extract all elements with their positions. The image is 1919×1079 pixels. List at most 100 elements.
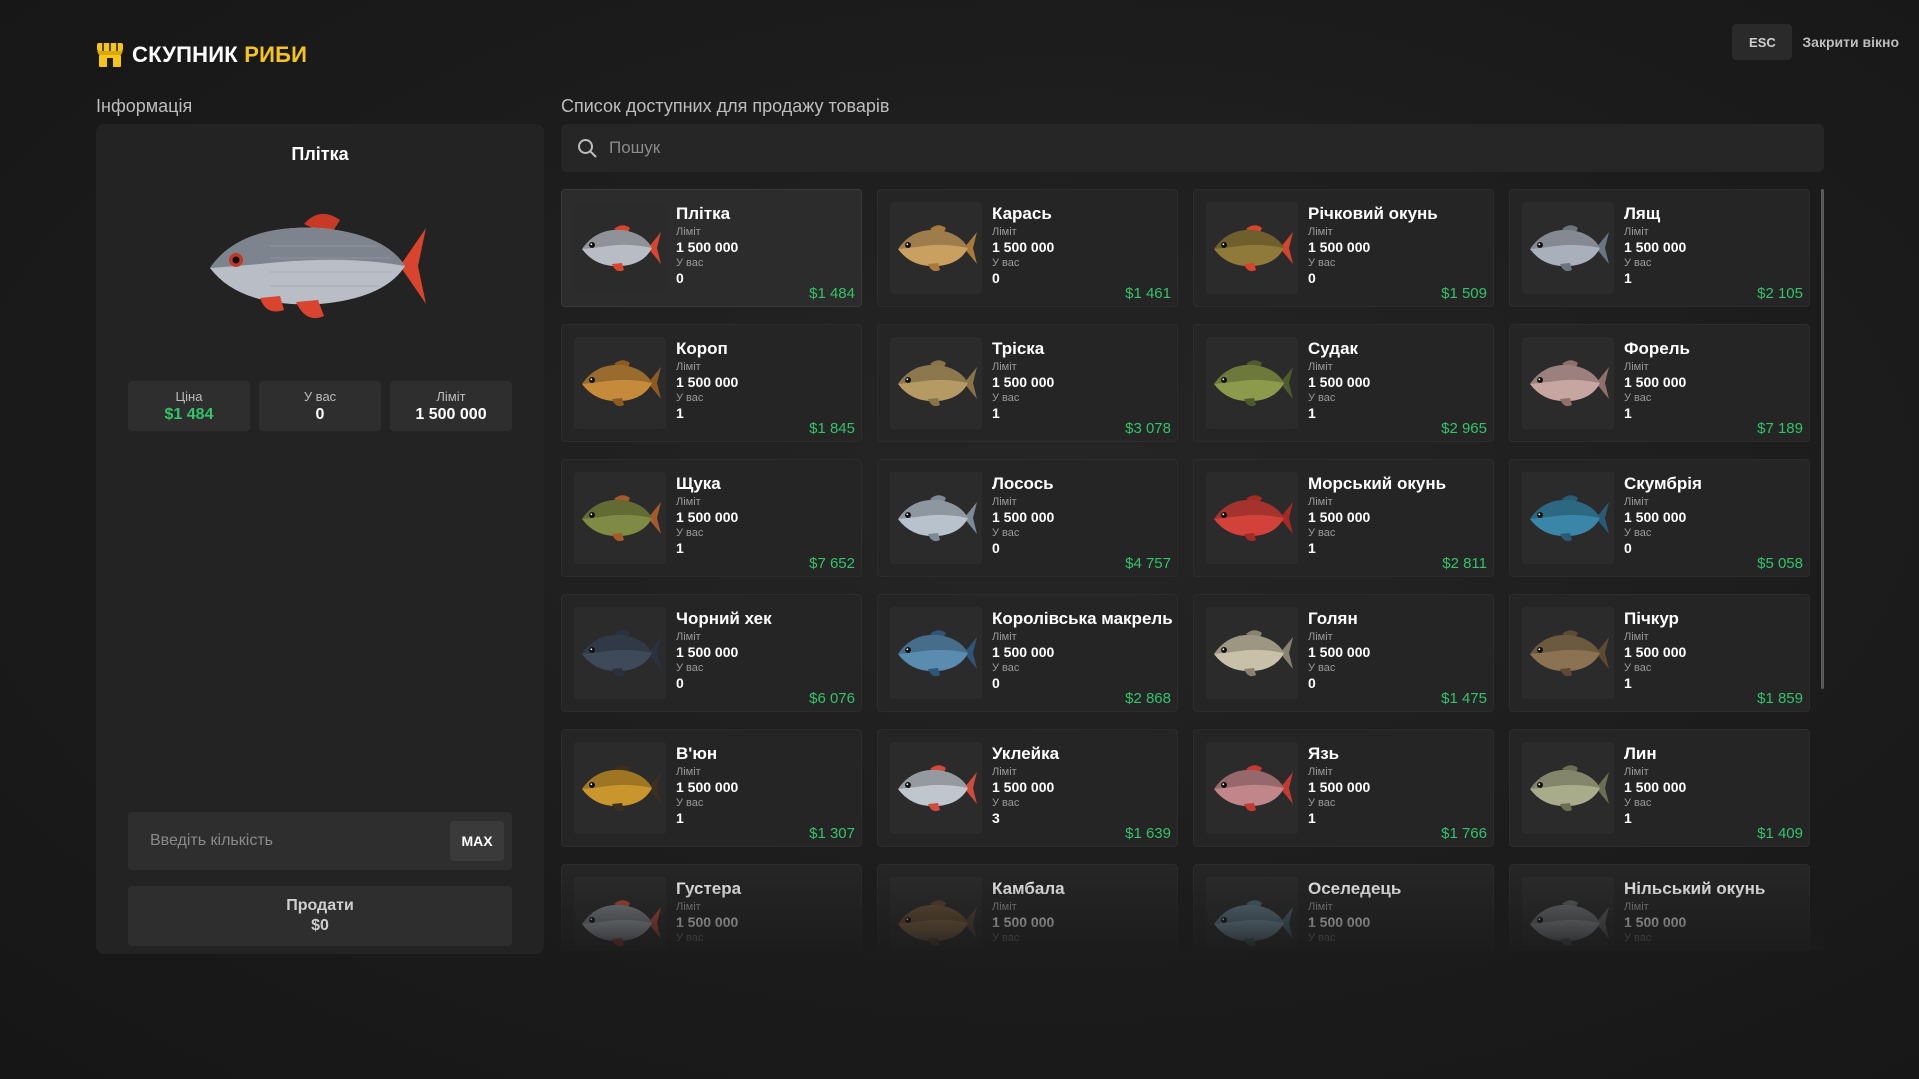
owned-value: 0	[1308, 270, 1316, 286]
fish-icon	[898, 225, 977, 272]
owned-value: 1	[676, 405, 684, 421]
owned-label: У вас	[676, 932, 704, 944]
fish-card[interactable]: Королівська макрель Ліміт 1 500 000 У вас 0 $…	[877, 594, 1178, 712]
fish-card[interactable]: Морський окунь Ліміт 1 500 000 У вас 1 $2 811	[1193, 459, 1494, 577]
owned-label: У вас	[1308, 932, 1336, 944]
fish-card[interactable]: Оселедець Ліміт 1 500 000 У вас	[1193, 864, 1494, 951]
fish-name: Плітка	[676, 204, 731, 223]
fish-name: Пічкур	[1624, 609, 1679, 628]
fish-card[interactable]: Судак Ліміт 1 500 000 У вас 1 $2 965	[1193, 324, 1494, 442]
fish-card[interactable]: Короп Ліміт 1 500 000 У вас 1 $1 845	[561, 324, 862, 442]
limit-label: Ліміт	[1308, 766, 1333, 778]
fish-card[interactable]: Пічкур Ліміт 1 500 000 У вас 1 $1 859	[1509, 594, 1810, 712]
list-scrollbar[interactable]	[1821, 189, 1824, 689]
owned-label: У вас	[676, 257, 704, 269]
fish-thumbnail	[1522, 742, 1614, 834]
fish-thumbnail	[1206, 742, 1298, 834]
fish-price: $1 639	[1125, 825, 1171, 842]
fish-card[interactable]: Нільський окунь Ліміт 1 500 000 У вас	[1509, 864, 1810, 951]
owned-value: 1	[1308, 810, 1316, 826]
fish-icon	[898, 900, 977, 947]
info-section-title: Інформація	[96, 96, 193, 116]
limit-value: 1 500 000	[1624, 374, 1687, 390]
fish-price: $3 078	[1125, 420, 1171, 437]
fish-name: Уклейка	[992, 744, 1060, 763]
fish-name: Оселедець	[1308, 879, 1402, 898]
esc-button[interactable]: ESC	[1732, 24, 1793, 60]
owned-label: У вас	[992, 932, 1020, 944]
limit-value: 1 500 000	[676, 644, 739, 660]
fish-name: Лящ	[1624, 204, 1661, 223]
fish-thumbnail	[574, 202, 666, 294]
owned-value: 1	[1308, 405, 1316, 421]
fish-card[interactable]: Плітка Ліміт 1 500 000 У вас 0 $1 484	[561, 189, 862, 307]
fish-thumbnail	[1522, 607, 1614, 699]
info-panel: Плітка Ціна $1 484 У вас 0 Ліміт 1 500 0…	[96, 124, 544, 954]
fish-card[interactable]: Уклейка Ліміт 1 500 000 У вас 3 $1 639	[877, 729, 1178, 847]
fish-card[interactable]: Голян Ліміт 1 500 000 У вас 0 $1 475	[1193, 594, 1494, 712]
fish-stats: Ціна $1 484 У вас 0 Ліміт 1 500 000	[128, 381, 512, 431]
limit-stat-value: 1 500 000	[415, 405, 487, 423]
close-window-label[interactable]: Закрити вікно	[1802, 34, 1899, 50]
owned-label: У вас	[1624, 257, 1652, 269]
owned-label: У вас	[1624, 662, 1652, 674]
fish-card[interactable]: Лосось Ліміт 1 500 000 У вас 0 $4 757	[877, 459, 1178, 577]
fish-icon	[1214, 630, 1293, 677]
limit-stat-label: Ліміт	[436, 388, 466, 404]
fish-card[interactable]: Язь Ліміт 1 500 000 У вас 1 $1 766	[1193, 729, 1494, 847]
fish-name: Форель	[1624, 339, 1690, 358]
owned-label: У вас	[1624, 527, 1652, 539]
fish-icon	[582, 900, 661, 947]
fish-card[interactable]: Карась Ліміт 1 500 000 У вас 0 $1 461	[877, 189, 1178, 307]
fish-card[interactable]: Чорний хек Ліміт 1 500 000 У вас 0 $6 076	[561, 594, 862, 712]
fish-card[interactable]: Скумбрія Ліміт 1 500 000 У вас 0 $5 058	[1509, 459, 1810, 577]
max-button[interactable]: MAX	[450, 821, 504, 861]
owned-label: У вас	[676, 392, 704, 404]
selected-fish-name: Плітка	[291, 144, 349, 164]
fish-card[interactable]: Густера Ліміт 1 500 000 У вас	[561, 864, 862, 951]
owned-label: У вас	[1624, 932, 1652, 944]
owned-stat-value: 0	[315, 405, 325, 423]
fish-thumbnail	[890, 472, 982, 564]
fish-card[interactable]: Форель Ліміт 1 500 000 У вас 1 $7 189	[1509, 324, 1810, 442]
limit-value: 1 500 000	[1624, 779, 1687, 795]
fish-card[interactable]: В'юн Ліміт 1 500 000 У вас 1 $1 307	[561, 729, 862, 847]
fish-card[interactable]: Тріска Ліміт 1 500 000 У вас 1 $3 078	[877, 324, 1178, 442]
fish-thumbnail	[574, 472, 666, 564]
app-title-accent: РИБИ	[244, 42, 308, 67]
fish-price: $1 475	[1441, 690, 1487, 707]
fish-icon	[1214, 900, 1293, 947]
fish-card[interactable]: Камбала Ліміт 1 500 000 У вас	[877, 864, 1178, 951]
fish-card[interactable]: Лящ Ліміт 1 500 000 У вас 1 $2 105	[1509, 189, 1810, 307]
fish-price: $1 484	[809, 285, 855, 302]
fish-thumbnail	[890, 607, 982, 699]
owned-label: У вас	[1308, 797, 1336, 809]
app-title: СКУПНИК РИБИ	[132, 42, 307, 68]
limit-value: 1 500 000	[1308, 374, 1371, 390]
limit-value: 1 500 000	[1624, 644, 1687, 660]
fish-name: Карась	[992, 204, 1052, 223]
fish-icon	[1530, 900, 1609, 947]
fish-icon	[1530, 360, 1609, 407]
limit-label: Ліміт	[676, 361, 701, 373]
limit-label: Ліміт	[676, 496, 701, 508]
app-logo: СКУПНИК РИБИ	[96, 42, 307, 68]
limit-label: Ліміт	[1308, 226, 1333, 238]
fish-card[interactable]: Щука Ліміт 1 500 000 У вас 1 $7 652	[561, 459, 862, 577]
owned-label: У вас	[992, 662, 1020, 674]
fish-name: Язь	[1308, 744, 1340, 763]
search-input[interactable]	[609, 124, 1809, 172]
fish-name: Королівська макрель	[992, 609, 1173, 628]
fish-card[interactable]: Річковий окунь Ліміт 1 500 000 У вас 0 $1 509	[1193, 189, 1494, 307]
owned-value: 1	[992, 405, 1000, 421]
quantity-input[interactable]	[128, 812, 448, 870]
limit-stat: Ліміт 1 500 000	[390, 381, 512, 431]
sell-button[interactable]: Продати $0	[128, 886, 512, 946]
fish-card[interactable]: Лин Ліміт 1 500 000 У вас 1 $1 409	[1509, 729, 1810, 847]
price-stat-label: Ціна	[175, 388, 203, 404]
limit-value: 1 500 000	[992, 239, 1055, 255]
fish-thumbnail	[574, 742, 666, 834]
limit-label: Ліміт	[992, 631, 1017, 643]
owned-value: 1	[1624, 810, 1632, 826]
fish-icon	[582, 225, 661, 272]
